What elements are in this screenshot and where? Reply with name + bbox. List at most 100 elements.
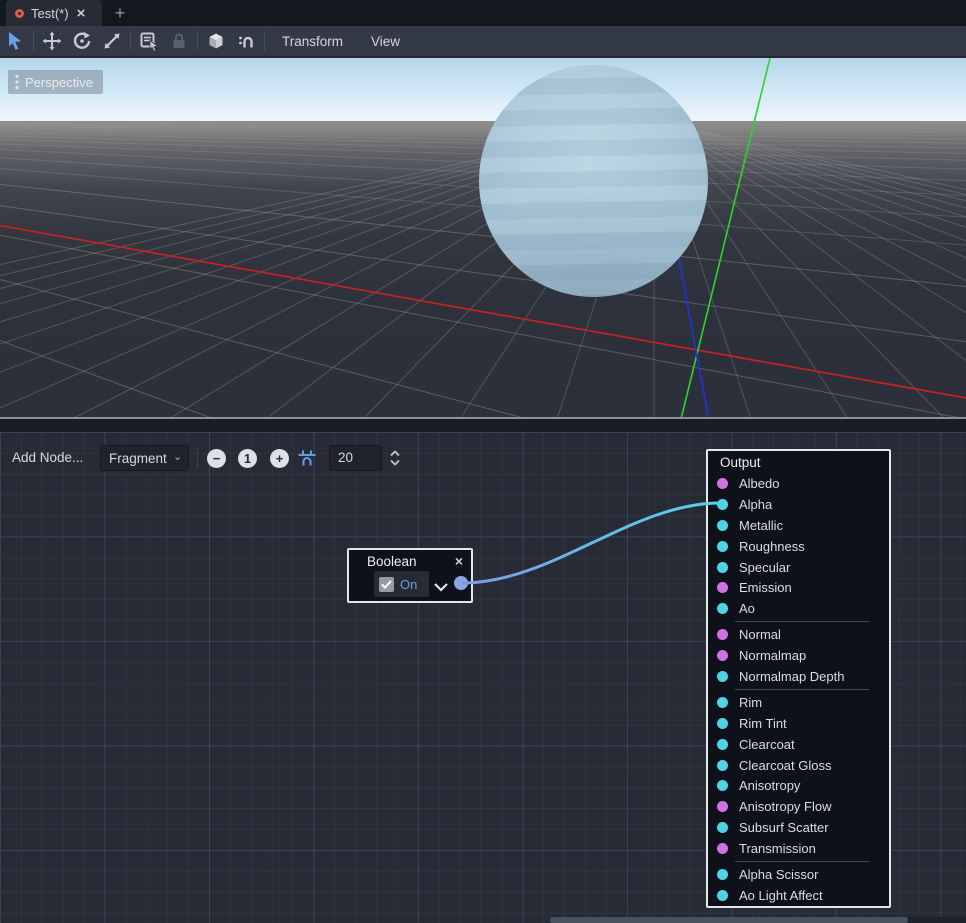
shader-mode-dropdown[interactable]: Fragment [100, 445, 189, 471]
port-label: Anisotropy Flow [739, 799, 831, 814]
panel-divider[interactable] [0, 419, 966, 432]
output-node-title: Output [720, 455, 761, 470]
horizontal-scrollbar-track[interactable] [908, 917, 966, 923]
port-dot-vector[interactable] [717, 650, 728, 661]
boolean-value-label: On [400, 577, 417, 592]
port-dot-vector[interactable] [717, 843, 728, 854]
port-dot-scalar[interactable] [717, 760, 728, 771]
local-space-button[interactable] [201, 28, 231, 54]
snap-distance-input[interactable]: 20 [329, 445, 382, 471]
rotate-tool-button[interactable] [67, 28, 97, 54]
grid-snap-button[interactable] [296, 447, 318, 469]
scene-tab[interactable]: Test(*) × [6, 0, 102, 26]
port-dot-scalar[interactable] [717, 718, 728, 729]
move-tool-button[interactable] [37, 28, 67, 54]
port-dot-scalar[interactable] [717, 562, 728, 573]
port-dot-scalar[interactable] [717, 520, 728, 531]
toolbar-separator [33, 31, 34, 51]
port-row-specular: Specular [708, 557, 889, 578]
port-label: Anisotropy [739, 778, 800, 793]
port-dot-vector[interactable] [717, 478, 728, 489]
transform-menu[interactable]: Transform [268, 34, 357, 49]
select-tool-button[interactable] [0, 28, 30, 54]
toolbar-separator [197, 448, 198, 468]
zoom-in-button[interactable]: + [270, 449, 289, 468]
boolean-output-port[interactable] [454, 576, 468, 590]
port-dot-scalar[interactable] [717, 869, 728, 880]
port-dot-scalar[interactable] [717, 499, 728, 510]
output-node[interactable]: Output Albedo Alpha MetallicRoughness Specu… [706, 449, 891, 908]
boolean-node-title: Boolean [367, 554, 417, 569]
port-dot-scalar[interactable] [717, 603, 728, 614]
viewport-3d[interactable]: Perspective [0, 58, 966, 419]
port-dot-scalar[interactable] [717, 780, 728, 791]
port-row-alpha: Alpha [708, 494, 889, 515]
horizontal-scrollbar-thumb[interactable] [550, 917, 908, 923]
drag-dots-icon [14, 74, 20, 90]
port-dot-scalar[interactable] [717, 739, 728, 750]
port-label: Alpha Scissor [739, 867, 818, 882]
port-label: Normalmap [739, 648, 806, 663]
toolbar-separator [130, 31, 131, 51]
view-menu[interactable]: View [357, 34, 414, 49]
select-arrow-icon [4, 30, 26, 52]
collapse-chevron-icon[interactable] [433, 579, 449, 597]
cube-icon [205, 30, 227, 52]
port-dot-vector[interactable] [717, 801, 728, 812]
port-row-roughness: Roughness [708, 536, 889, 557]
port-row-normalmap: Normalmap [708, 645, 889, 666]
close-tab-icon[interactable]: × [77, 6, 86, 21]
chevron-up-icon [390, 450, 400, 457]
camera-mode-label: Perspective [25, 75, 93, 90]
port-row-alpha-scissor: Alpha Scissor [708, 864, 889, 885]
port-label: Clearcoat [739, 737, 795, 752]
list-select-tool-button[interactable] [134, 28, 164, 54]
snap-distance-stepper[interactable] [388, 448, 402, 468]
port-dot-scalar[interactable] [717, 822, 728, 833]
port-row-ao-light-affect: Ao Light Affect [708, 885, 889, 906]
port-label: Clearcoat Gloss [739, 758, 831, 773]
snap-mode-button[interactable] [231, 28, 261, 54]
port-dot-vector[interactable] [717, 582, 728, 593]
port-row-transmission: Transmission [708, 838, 889, 859]
port-row-anisotropy: Anisotropy [708, 775, 889, 796]
port-label: Specular [739, 560, 790, 575]
port-dot-scalar[interactable] [717, 541, 728, 552]
port-dot-scalar[interactable] [717, 890, 728, 901]
port-label: Ao Light Affect [739, 888, 823, 903]
zoom-reset-button[interactable]: 1 [238, 449, 257, 468]
viewport-grid-and-axes [0, 58, 966, 419]
move-icon [41, 30, 63, 52]
port-row-clearcoat-gloss: Clearcoat Gloss [708, 755, 889, 776]
port-row-subsurf-scatter: Subsurf Scatter [708, 817, 889, 838]
port-label: Emission [739, 580, 792, 595]
grid-snap-icon [296, 447, 318, 469]
boolean-value-checkbox[interactable]: On [374, 571, 429, 597]
new-tab-button[interactable]: + [104, 0, 136, 26]
toolbar-separator [264, 31, 265, 51]
port-label: Alpha [739, 497, 772, 512]
port-dot-scalar[interactable] [717, 671, 728, 682]
lock-button[interactable] [164, 28, 194, 54]
scale-icon [101, 30, 123, 52]
boolean-node[interactable]: Boolean × On [347, 548, 473, 603]
rotate-icon [71, 30, 93, 52]
zoom-out-button[interactable]: − [207, 449, 226, 468]
scale-tool-button[interactable] [97, 28, 127, 54]
port-label: Albedo [739, 476, 779, 491]
port-label: Transmission [739, 841, 816, 856]
magnet-snap-icon [235, 30, 257, 52]
port-label: Rim [739, 695, 762, 710]
port-dot-scalar[interactable] [717, 697, 728, 708]
add-node-button[interactable]: Add Node... [12, 445, 83, 471]
port-row-emission: Emission [708, 577, 889, 598]
port-label: Normalmap Depth [739, 669, 845, 684]
chevron-down-icon [175, 455, 180, 462]
port-row-normalmap-depth: Normalmap Depth [708, 666, 889, 687]
perspective-menu[interactable]: Perspective [8, 70, 103, 94]
port-dot-vector[interactable] [717, 629, 728, 640]
shader-graph-canvas[interactable]: Add Node... Fragment − 1 + 20 [0, 432, 966, 923]
close-node-icon[interactable]: × [455, 554, 463, 568]
port-row-rim: Rim [708, 692, 889, 713]
port-row-metallic: Metallic [708, 515, 889, 536]
